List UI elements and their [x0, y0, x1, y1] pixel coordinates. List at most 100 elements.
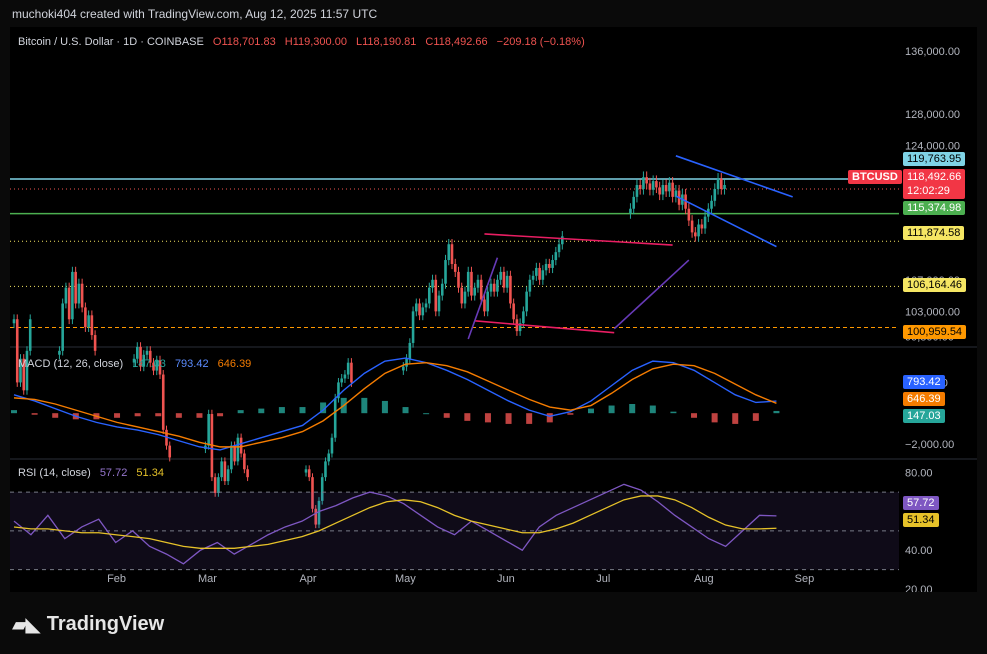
histogram-axis-tag: 147.03 [903, 409, 945, 423]
candle-body [447, 244, 451, 261]
candle-body [239, 437, 243, 454]
candle-body [77, 283, 81, 304]
macd-histogram-bar [237, 410, 244, 414]
candle-body [554, 252, 558, 261]
rsi-tick-label: 40.00 [905, 545, 933, 557]
candle-body [632, 196, 635, 209]
candle-body [476, 279, 480, 288]
macd-histogram-bar [670, 411, 677, 414]
candle-body [421, 307, 425, 316]
symbol-badge: BTCUSD [848, 170, 902, 184]
macd-histogram-bar [175, 413, 182, 418]
level-111874-tag: 111,874.58 [903, 226, 965, 240]
last-price-tag: 118,492.66 12:02:29 [903, 169, 966, 199]
candle-body [661, 185, 665, 195]
candle-body [648, 183, 652, 190]
macd-histogram-bar [608, 405, 615, 414]
candle-body [483, 299, 486, 312]
purple-wedge-right-line [613, 259, 690, 330]
macd-value: 793.42 [174, 358, 209, 370]
tradingview-mark-icon: ▰◣ [12, 614, 41, 636]
candle-body [424, 303, 428, 308]
time-axis-label: Jun [497, 573, 515, 585]
macd-histogram-bar [278, 407, 285, 414]
candle-body [664, 185, 668, 192]
last-price-value: 118,492.66 [907, 171, 962, 183]
blue-flag-upper-line [675, 155, 793, 198]
price-tick-label: 136,000.00 [905, 46, 960, 58]
macd-histogram-bar [423, 413, 430, 415]
macd-histogram-bar [381, 400, 388, 414]
candle-body [489, 283, 493, 292]
candle-body [450, 244, 454, 264]
candle-body [492, 283, 496, 292]
resistance-price-tag: 119,763.95 [903, 152, 966, 166]
macd-histogram-bar [155, 413, 162, 417]
level-106164-tag: 106,164.46 [903, 278, 967, 292]
candle-body [418, 303, 421, 316]
candle-body [535, 267, 538, 276]
candle-body [512, 303, 515, 320]
rsi-axis-tag: 57.72 [903, 496, 939, 510]
ohlc-low: L118,190.81 [356, 36, 417, 48]
candle-body [304, 469, 308, 473]
candle-body [541, 270, 545, 280]
candle-body [635, 185, 639, 197]
macd-histogram-bar [691, 413, 698, 418]
candle-body [87, 315, 90, 328]
macd-title: MACD (12, 26, close) [18, 358, 124, 370]
macd-histogram-bar [505, 413, 512, 424]
tradingview-logo: ▰◣ TradingView [12, 612, 164, 637]
macd-histogram-bar [546, 413, 553, 423]
rsi-value: 57.72 [99, 467, 128, 479]
candle-body [402, 366, 405, 371]
rsi-legend: RSI (14, close) 57.72 51.34 [18, 467, 170, 479]
candle-body [544, 263, 548, 271]
candle-body [415, 303, 418, 312]
macd-histogram-bar [114, 413, 121, 418]
candle-body [346, 362, 350, 375]
candle-body [638, 185, 642, 189]
candle-body [470, 271, 473, 296]
candle-body [64, 287, 68, 304]
macd-legend: MACD (12, 26, close) 147.03 793.42 646.3… [18, 358, 257, 370]
candle-body [71, 271, 74, 320]
candle-body [226, 469, 230, 482]
candle-body [135, 346, 139, 359]
candle-body [243, 453, 246, 470]
candle-body [427, 287, 431, 304]
candle-body [496, 279, 499, 292]
rsi-ma-axis-tag: 51.34 [903, 513, 939, 527]
price-legend: Bitcoin / U.S. Dollar · 1D · COINBASE O1… [18, 36, 591, 48]
macd-histogram-bar [196, 413, 203, 418]
macd-histogram-bar [484, 413, 491, 423]
candle-body [327, 453, 331, 462]
candle-body [502, 271, 506, 288]
candle-body [90, 315, 94, 336]
time-axis-label: Feb [107, 573, 126, 585]
candle-body [697, 224, 700, 237]
candle-body [531, 275, 535, 280]
candle-body [629, 208, 632, 214]
candle-body [233, 445, 236, 462]
candle-body [223, 461, 227, 482]
candle-body [642, 177, 645, 189]
macd-axis-tag: 793.42 [903, 375, 945, 389]
candle-body [703, 216, 707, 229]
candle-body [217, 477, 220, 493]
tradingview-brand-text: TradingView [46, 613, 165, 635]
rsi-title: RSI (14, close) [18, 467, 91, 479]
candle-body [463, 291, 467, 304]
candle-body [307, 469, 311, 478]
candle-body [350, 362, 353, 383]
time-axis-label: Apr [299, 573, 316, 585]
macd-histogram-bar [711, 413, 718, 423]
candle-body [716, 178, 720, 189]
candle-body [405, 358, 408, 367]
candle-body [411, 311, 415, 343]
candle-body [213, 477, 217, 493]
candle-body [230, 445, 233, 470]
chart-canvas[interactable]: 136,000.00128,000.00124,000.00107,000.00… [10, 27, 977, 592]
chart-frame[interactable]: 136,000.00128,000.00124,000.00107,000.00… [10, 27, 977, 592]
macd-histogram-bar [752, 413, 759, 421]
